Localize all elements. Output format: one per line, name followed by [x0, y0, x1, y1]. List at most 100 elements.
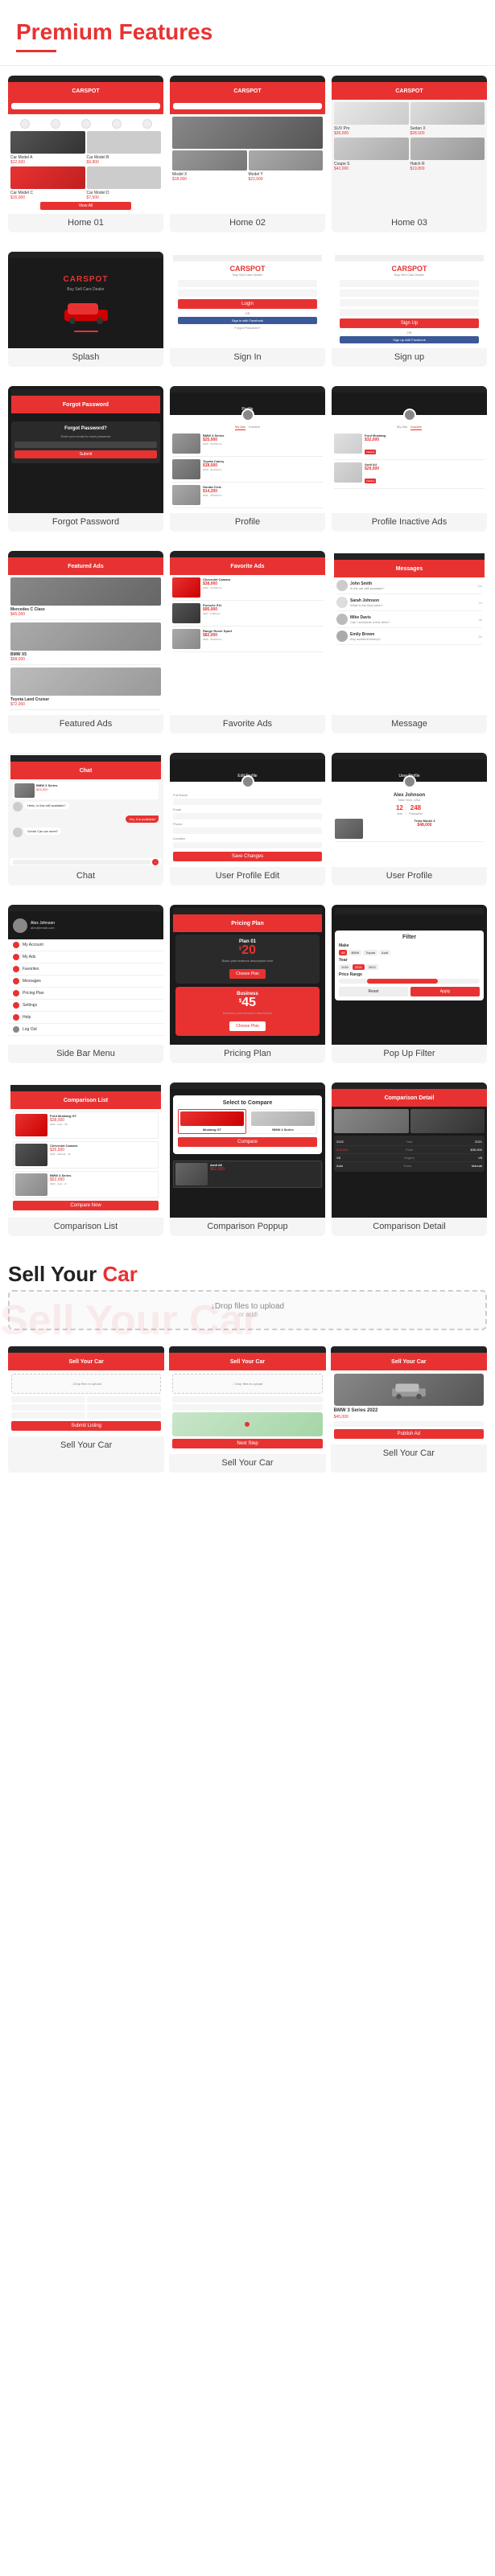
view-all-button[interactable]: View All — [40, 202, 130, 210]
signup-facebook-button[interactable]: Sign up with Facebook — [340, 336, 479, 343]
home03-item-4[interactable]: Hatch R$19,800 — [410, 138, 485, 171]
facebook-button[interactable]: Sign in with Facebook — [178, 317, 317, 324]
home03-item-3[interactable]: Coupe S$42,000 — [334, 138, 409, 171]
filter-chip-bmw[interactable]: BMW — [349, 950, 361, 955]
message-item-4[interactable]: Emily Brown Any accident history? 5h — [336, 631, 482, 645]
car-listing-item-4[interactable]: Car Model D$7,500 — [87, 166, 162, 200]
forgot-link[interactable]: Forgot Password? — [178, 326, 317, 330]
search-bar-home02[interactable] — [173, 103, 322, 109]
filter-label-year: Year — [339, 958, 480, 963]
sell01-field-4[interactable] — [87, 1404, 161, 1411]
password-field[interactable] — [178, 290, 317, 297]
brand-logo-2[interactable] — [51, 119, 60, 129]
sell01-field-1[interactable] — [11, 1396, 85, 1403]
car-listing-item-2[interactable]: Car Model B$9,800 — [87, 131, 162, 165]
favorite-item-1[interactable]: Chevrolet Camaro $38,000 2022 · 12,000 k… — [172, 577, 323, 601]
sidebar-item-logout[interactable]: Log Out — [8, 1024, 163, 1036]
filter-reset-button[interactable]: Reset — [339, 987, 408, 996]
upe-email-field[interactable] — [173, 813, 322, 820]
upe-location-field[interactable] — [173, 842, 322, 848]
tab-myads[interactable]: My Ads — [397, 425, 407, 430]
compare-now-button[interactable]: Compare Now — [13, 1201, 159, 1210]
profile-tab-myads[interactable]: My Ads — [235, 425, 245, 430]
sidebar-item-messages[interactable]: Messages — [8, 976, 163, 988]
email-field[interactable] — [178, 280, 317, 287]
filter-chip-2022[interactable]: 2022 — [366, 964, 378, 970]
signup-email-field[interactable] — [340, 290, 479, 297]
brand-logo-5[interactable] — [142, 119, 152, 129]
sell02-field-2[interactable] — [172, 1404, 322, 1411]
sell03-publish[interactable]: Publish Ad — [334, 1429, 484, 1439]
favorite-item-3[interactable]: Range Rover Sport $82,000 2020 · 35,000 … — [172, 629, 323, 652]
upe-phone-field[interactable] — [173, 828, 322, 834]
comp-popup-btn[interactable]: Compare — [178, 1137, 317, 1147]
profile-tab-inactive[interactable]: Inactive — [249, 425, 260, 430]
comp-list-item-3[interactable]: BMW 4 Series $52,000 2022 · Auto · I4 — [13, 1171, 159, 1198]
upload-area[interactable]: ↓Drop files to upload or add — [8, 1290, 487, 1330]
inactive-listing-2[interactable]: Audi A4 $29,500 Inactive — [334, 462, 485, 489]
comp-list-item-1[interactable]: Ford Mustang GT $38,000 2022 · Auto · V8 — [13, 1111, 159, 1139]
signup-button[interactable]: Sign Up — [340, 318, 479, 328]
upe-save-button[interactable]: Save Changes — [173, 852, 322, 861]
signup-password-field[interactable] — [340, 299, 479, 306]
profile-listing-3[interactable]: Honda Civic $14,200 2021 · 28,000 km — [172, 485, 323, 508]
brand-logo-3[interactable] — [81, 119, 91, 129]
inactive-listing-1[interactable]: Ford Mustang $32,000 Inactive — [334, 433, 485, 460]
confirm-password-field[interactable] — [340, 309, 479, 316]
sidebar-item-favorites[interactable]: Favorites — [8, 963, 163, 976]
filter-chip-all[interactable]: All — [339, 950, 347, 955]
sell01-upload[interactable]: ↓ Drop files to upload — [11, 1374, 161, 1394]
sidebar-item-pricing[interactable]: Pricing Plan — [8, 988, 163, 1000]
sidebar-item-account[interactable]: My Account — [8, 939, 163, 951]
featured-item-3[interactable]: Toyota Land Cruiser $72,000 — [10, 668, 161, 710]
comp-popup-car-1[interactable]: Mustang GT — [178, 1109, 246, 1134]
comp-popup-car-2[interactable]: BMW 4 Series — [249, 1109, 317, 1134]
profile-listing-1[interactable]: BMW 3 Series $25,000 2020 · 45,000 km — [172, 433, 323, 457]
message-item-1[interactable]: John Smith Is the car still available? 2… — [336, 580, 482, 594]
brand-logo-4[interactable] — [112, 119, 122, 129]
sell01-field-5[interactable] — [11, 1412, 85, 1419]
home03-item-1[interactable]: SUV Pro$35,000 — [334, 102, 409, 136]
plan-btn-business[interactable]: Choose Plan — [229, 1021, 266, 1031]
login-button[interactable]: Login — [178, 299, 317, 309]
sell02-submit[interactable]: Next Step — [172, 1439, 322, 1448]
up-listing-1[interactable]: Tesla Model 3 $48,000 — [335, 819, 484, 842]
message-item-3[interactable]: Mike Davis Can I schedule a test drive? … — [336, 614, 482, 628]
tab-inactive[interactable]: Inactive — [410, 425, 422, 430]
filter-chip-audi[interactable]: Audi — [379, 950, 390, 955]
sidebar-item-ads[interactable]: My Ads — [8, 951, 163, 963]
profile-listing-2[interactable]: Toyota Camry $18,500 2019 · 62,000 km — [172, 459, 323, 483]
sell01-submit[interactable]: Submit Listing — [11, 1421, 161, 1431]
message-item-2[interactable]: Sarah Johnson What is the final price? 1… — [336, 597, 482, 611]
home02-item-2[interactable]: Model Y$22,000 — [249, 150, 324, 182]
car-listing-item-3[interactable]: Car Model C$15,000 — [10, 166, 85, 200]
filter-apply-button[interactable]: Apply — [410, 987, 480, 996]
car-listing-item-1[interactable]: Car Model A$12,500 — [10, 131, 85, 165]
comp-popup-listing-1[interactable]: Audi A6 $62,000 — [173, 1161, 322, 1188]
sell03-desc-field[interactable] — [334, 1421, 484, 1427]
filter-chip-toyota[interactable]: Toyota — [363, 950, 377, 955]
plan-btn-01[interactable]: Choose Plan — [229, 969, 266, 979]
sell02-upload[interactable]: ↓ Drop files to upload — [172, 1374, 322, 1394]
filter-chip-2020[interactable]: 2020 — [339, 964, 351, 970]
brand-logo-1[interactable] — [20, 119, 30, 129]
search-bar[interactable] — [11, 103, 160, 109]
comp-list-item-2[interactable]: Chevrolet Camaro $35,500 2021 · Manual ·… — [13, 1141, 159, 1169]
home02-item-1[interactable]: Model X$18,000 — [172, 150, 247, 182]
sidebar-item-help[interactable]: Help — [8, 1012, 163, 1024]
filter-price-slider[interactable] — [339, 979, 480, 984]
sell01-field-3[interactable] — [11, 1404, 85, 1411]
sell01-field-6[interactable] — [87, 1412, 161, 1419]
featured-item-2[interactable]: BMW X5 $58,000 — [10, 622, 161, 665]
sidebar-item-settings[interactable]: Settings — [8, 1000, 163, 1012]
forgot-email-field[interactable] — [14, 442, 157, 448]
sell02-field-1[interactable] — [172, 1396, 322, 1403]
featured-item-1[interactable]: Mercedes C Class $45,000 — [10, 577, 161, 620]
upe-name-field[interactable] — [173, 799, 322, 805]
filter-chip-2021[interactable]: 2021 — [353, 964, 365, 970]
sell01-field-2[interactable] — [87, 1396, 161, 1403]
favorite-item-2[interactable]: Porsche 911 $95,000 2021 · 8,000 km — [172, 603, 323, 627]
forgot-submit-button[interactable]: Submit — [14, 450, 157, 458]
home03-item-2[interactable]: Sedan X$28,500 — [410, 102, 485, 136]
name-field[interactable] — [340, 280, 479, 287]
